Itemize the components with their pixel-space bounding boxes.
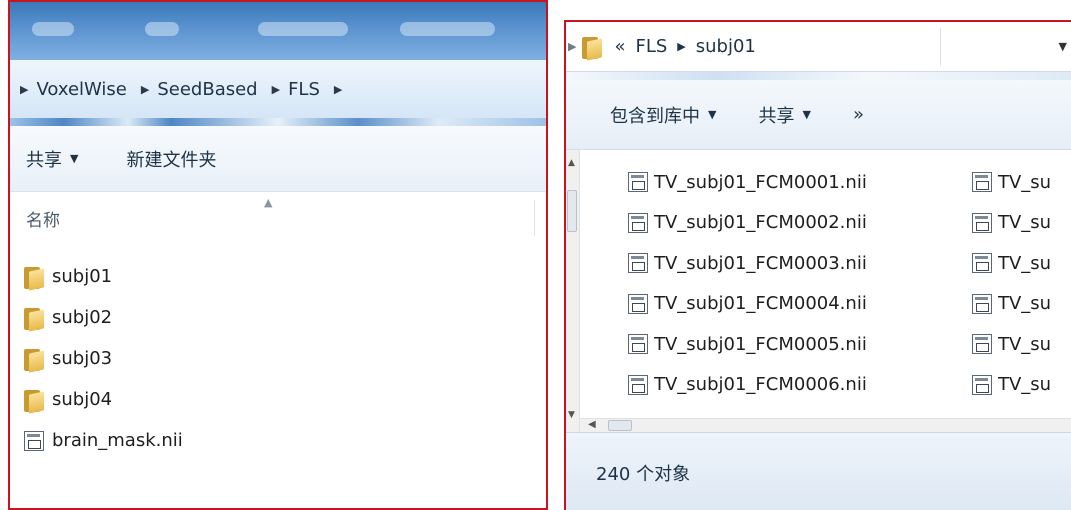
- blurred-title-segment: [145, 22, 179, 36]
- scroll-thumb[interactable]: [567, 190, 577, 232]
- blurred-title-segment: [258, 22, 348, 36]
- list-item[interactable]: TV_subj01_FCM0003.nii: [628, 253, 972, 274]
- nii-file-icon: [972, 253, 992, 274]
- command-bar: 包含到库中 ▼ 共享 ▼ »: [566, 80, 1071, 150]
- list-item[interactable]: TV_su: [972, 293, 1071, 314]
- chevron-right-icon[interactable]: ▶: [334, 83, 342, 96]
- breadcrumb-overflow-button[interactable]: «: [614, 36, 625, 57]
- chevron-down-icon[interactable]: ▼: [1059, 40, 1067, 53]
- share-label: 共享: [758, 105, 795, 127]
- list-item[interactable]: subj03: [24, 338, 524, 379]
- list-item[interactable]: subj01: [24, 256, 524, 297]
- include-in-library-label: 包含到库中: [610, 105, 700, 127]
- breadcrumb-fls[interactable]: ▶ FLS ▶: [272, 79, 351, 100]
- scroll-left-icon[interactable]: ◀: [588, 419, 596, 430]
- list-item[interactable]: TV_subj01_FCM0002.nii: [628, 212, 972, 233]
- right-explorer-window: ▶ « FLS ▶ subj01 ▼ 包含到库中 ▼ 共享 ▼ » ▲ ▼ TV…: [564, 20, 1071, 510]
- list-item[interactable]: subj02: [24, 297, 524, 338]
- sort-ascending-icon: ▲: [264, 196, 273, 209]
- share-button[interactable]: 共享 ▼: [26, 146, 78, 172]
- vertical-scrollbar[interactable]: ▲ ▼: [566, 150, 580, 432]
- column-divider[interactable]: [534, 200, 535, 236]
- share-label: 共享: [26, 149, 62, 171]
- include-in-library-button[interactable]: 包含到库中 ▼: [610, 102, 716, 128]
- folder-icon: [582, 35, 603, 61]
- grid-row: TV_subj01_FCM0006.nii TV_su: [628, 365, 1071, 406]
- file-grid: TV_subj01_FCM0001.nii TV_su TV_subj01_FC…: [628, 162, 1071, 405]
- breadcrumb-fls[interactable]: FLS: [635, 36, 667, 57]
- file-view: ▲ ▼ TV_subj01_FCM0001.nii TV_su TV_subj0…: [566, 150, 1071, 432]
- list-item[interactable]: TV_su: [972, 374, 1071, 395]
- caret-right-icon[interactable]: ▶: [568, 40, 576, 53]
- nii-file-icon: [972, 374, 992, 395]
- caret-down-icon: ▼: [802, 108, 811, 121]
- grid-row: TV_subj01_FCM0003.nii TV_su: [628, 243, 1071, 284]
- breadcrumb-subj01[interactable]: subj01: [696, 36, 756, 57]
- left-explorer-window: ▶ VoxelWise ▶ SeedBased ▶ FLS ▶ 共享 ▼ 新建文…: [8, 0, 548, 510]
- list-item[interactable]: TV_subj01_FCM0005.nii: [628, 334, 972, 355]
- command-bar: 共享 ▼ 新建文件夹: [10, 126, 546, 192]
- nii-file-icon: [972, 293, 992, 314]
- nii-file-icon: [628, 334, 648, 355]
- folder-icon: [24, 265, 44, 291]
- nii-file-icon: [972, 212, 992, 233]
- folder-icon: [24, 388, 44, 414]
- list-item[interactable]: TV_su: [972, 212, 1071, 233]
- scroll-down-icon[interactable]: ▼: [568, 410, 575, 420]
- new-folder-button[interactable]: 新建文件夹: [126, 146, 216, 172]
- blurred-title-segment: [400, 22, 495, 36]
- list-item[interactable]: TV_subj01_FCM0001.nii: [628, 172, 972, 193]
- address-bar[interactable]: ▶ VoxelWise ▶ SeedBased ▶ FLS ▶: [10, 60, 546, 118]
- nii-file-icon: [972, 334, 992, 355]
- breadcrumb-seedbased[interactable]: ▶ SeedBased: [141, 79, 272, 100]
- nii-file-icon: [628, 172, 648, 193]
- scroll-up-icon[interactable]: ▲: [568, 158, 575, 168]
- chevron-right-icon[interactable]: ▶: [141, 83, 149, 96]
- address-divider: [940, 28, 941, 66]
- column-header-name[interactable]: 名称 ▲: [10, 192, 546, 244]
- breadcrumb-voxelwise[interactable]: ▶ VoxelWise: [20, 79, 141, 100]
- grid-row: TV_subj01_FCM0001.nii TV_su: [628, 162, 1071, 203]
- address-bar[interactable]: ▶ « FLS ▶ subj01 ▼: [566, 22, 1071, 72]
- blurred-title-segment: [32, 22, 74, 36]
- caret-down-icon: ▼: [70, 152, 79, 165]
- list-item[interactable]: TV_su: [972, 253, 1071, 274]
- share-button[interactable]: 共享 ▼: [758, 102, 810, 128]
- nii-file-icon: [972, 172, 992, 193]
- new-folder-label: 新建文件夹: [126, 149, 217, 171]
- grid-row: TV_subj01_FCM0002.nii TV_su: [628, 203, 1071, 244]
- list-item[interactable]: brain_mask.nii: [24, 420, 524, 461]
- address-bar-edge: [10, 118, 546, 126]
- list-item[interactable]: TV_su: [972, 334, 1071, 355]
- more-commands-button[interactable]: »: [853, 104, 864, 125]
- list-item[interactable]: TV_subj01_FCM0004.nii: [628, 293, 972, 314]
- folder-icon: [24, 306, 44, 332]
- list-item[interactable]: TV_su: [972, 172, 1071, 193]
- file-list: subj01 subj02 subj03 subj04 brain_mask.n…: [24, 256, 524, 461]
- nii-file-icon: [628, 374, 648, 395]
- grid-row: TV_subj01_FCM0004.nii TV_su: [628, 284, 1071, 325]
- chevron-right-icon[interactable]: ▶: [677, 40, 685, 53]
- chevron-right-icon[interactable]: ▶: [20, 83, 28, 96]
- list-item[interactable]: subj04: [24, 379, 524, 420]
- column-header-label: 名称: [26, 210, 60, 231]
- nii-file-icon: [628, 293, 648, 314]
- nii-file-icon: [628, 253, 648, 274]
- address-bar-edge: [566, 72, 1071, 80]
- status-bar: 240 个对象: [566, 432, 1071, 510]
- folder-icon: [24, 347, 44, 373]
- scroll-thumb[interactable]: [608, 420, 632, 431]
- nii-file-icon: [628, 212, 648, 233]
- grid-row: TV_subj01_FCM0005.nii TV_su: [628, 324, 1071, 365]
- caret-down-icon: ▼: [708, 108, 717, 121]
- object-count: 240 个对象: [596, 463, 691, 485]
- chevron-right-icon[interactable]: ▶: [272, 83, 280, 96]
- nii-file-icon: [24, 430, 44, 451]
- list-item[interactable]: TV_subj01_FCM0006.nii: [628, 374, 972, 395]
- horizontal-scrollbar[interactable]: ◀: [580, 418, 1071, 432]
- title-bar: [10, 2, 546, 60]
